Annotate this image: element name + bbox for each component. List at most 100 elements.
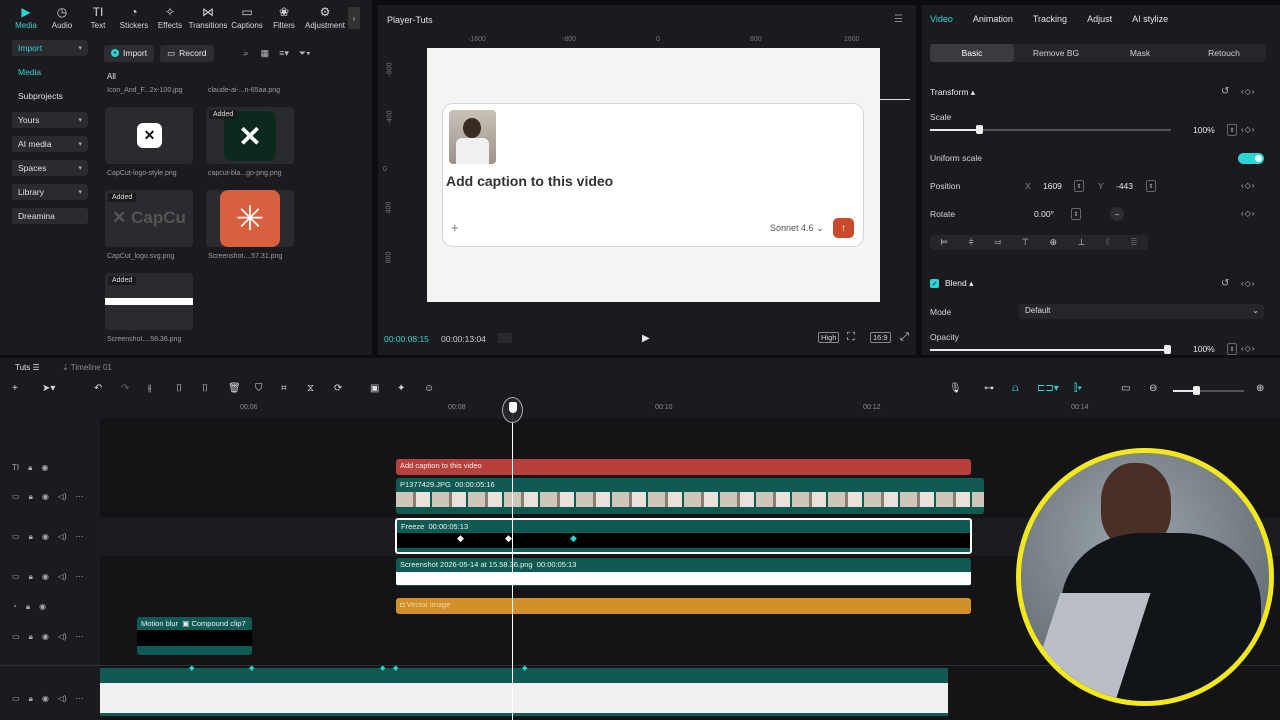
zoom-slider[interactable] <box>1173 386 1244 395</box>
link-icon[interactable]: ⊶ <box>984 383 994 394</box>
distribute-h-icon[interactable]: ⦀ <box>1106 237 1110 248</box>
keyframe-icon[interactable]: ‹◇› <box>1241 344 1255 353</box>
sidebar-item-subprojects[interactable]: Subprojects <box>12 88 88 104</box>
more-tabs-button[interactable]: › <box>348 7 360 29</box>
keyframe-icon[interactable]: ◆ <box>249 664 254 672</box>
plus-icon[interactable]: + <box>451 220 459 235</box>
keyframe-icon[interactable]: ‹◇› <box>1241 209 1255 218</box>
import-button[interactable]: + Import <box>104 44 155 62</box>
audio-tab[interactable]: ◷ Audio <box>44 0 80 36</box>
keyframe-icon[interactable]: ◆ <box>505 533 512 544</box>
timecode-toggle[interactable] <box>498 333 512 343</box>
sidebar-item-ai-media[interactable]: AI media ▾ <box>12 136 88 152</box>
more-icon[interactable]: ⋯ <box>76 572 84 582</box>
ai-person-icon[interactable]: ☺ <box>424 383 434 394</box>
position-x-input[interactable]: 1609 <box>1043 181 1062 191</box>
lock-icon[interactable]: 🔒︎ <box>29 572 33 582</box>
reset-icon[interactable]: ↺ <box>1221 278 1230 289</box>
zoom-out-icon[interactable]: ⊖ <box>1149 383 1157 394</box>
add-icon[interactable]: + <box>12 383 18 394</box>
lock-icon[interactable]: 🔒︎ <box>29 532 33 542</box>
sidebar-item-media[interactable]: Media <box>12 64 88 80</box>
mode-select[interactable]: Default ⌄ <box>1019 304 1264 319</box>
magnet-icon[interactable]: ⩍ <box>1012 383 1019 394</box>
play-button[interactable]: ▶ <box>642 333 650 344</box>
lock-icon[interactable]: 🔒︎ <box>29 492 33 502</box>
vector-clip[interactable]: ◘ Vector image <box>396 598 971 614</box>
snap-icon[interactable]: ⊏⊐▾ <box>1037 383 1059 394</box>
media-thumb-claude[interactable]: ✳ <box>206 190 294 247</box>
adjustment-tab[interactable]: ⚙ Adjustment <box>302 0 348 36</box>
tab-animation[interactable]: Animation <box>973 14 1013 24</box>
eye-icon[interactable]: ◉ <box>42 572 49 582</box>
keyframe-icon[interactable]: ◆ <box>380 664 385 672</box>
send-button[interactable]: ↑ <box>833 218 854 238</box>
keyframe-icon[interactable]: ◆ <box>189 664 194 672</box>
caption-clip[interactable]: Add caption to this video <box>396 459 971 475</box>
freeze-icon[interactable]: ▣ <box>370 383 379 394</box>
align-left-icon[interactable]: ⊨ <box>940 237 948 248</box>
stickers-tab[interactable]: ◔ Stickers <box>116 0 152 36</box>
media-thumb-capcut-style[interactable]: ✕ <box>105 107 193 164</box>
select-tool-icon[interactable]: ➤▾ <box>42 383 55 394</box>
audio-icon[interactable]: ◁) <box>58 572 67 582</box>
subtab-basic[interactable]: Basic <box>930 44 1014 62</box>
magic-icon[interactable]: ✦ <box>397 383 405 394</box>
sidebar-item-dreamina[interactable]: Dreamina <box>12 208 88 224</box>
uniform-scale-toggle[interactable] <box>1238 153 1264 164</box>
reset-icon[interactable]: ↺ <box>1221 86 1230 97</box>
keyframe-icon[interactable]: ◆ <box>570 533 577 544</box>
distribute-v-icon[interactable]: ≣ <box>1130 237 1138 248</box>
record-button[interactable]: ▭ Record <box>160 44 214 62</box>
lock-icon[interactable]: 🔒︎ <box>29 694 33 704</box>
main-track-clip[interactable] <box>100 668 948 716</box>
blend-checkbox[interactable]: ✓ <box>930 279 939 288</box>
split-left-icon[interactable]: ⌷ <box>176 383 182 394</box>
microphone-icon[interactable]: 🎙 <box>949 383 962 394</box>
crop-icon[interactable]: ⌗ <box>281 383 287 394</box>
shield-icon[interactable]: ⛉ <box>255 383 263 394</box>
media-thumb-capcut-svg[interactable]: ✕ CapCu Added <box>105 190 193 247</box>
keyframe-icon[interactable]: ◆ <box>457 533 464 544</box>
undo-icon[interactable]: ↶ <box>94 383 102 394</box>
timeline-tab[interactable]: Tuts ☰ <box>15 363 40 372</box>
delete-icon[interactable]: 🗑 <box>228 383 241 394</box>
audio-icon[interactable]: ◁) <box>58 632 67 642</box>
preview-axis-icon[interactable]: ⫿▾ <box>1074 383 1082 394</box>
filter-icon[interactable]: ⏷▾ <box>299 48 311 59</box>
fit-icon[interactable]: ⛶ <box>847 331 855 344</box>
transform-section-title[interactable]: Transform ▴ <box>930 87 975 98</box>
audio-icon[interactable]: ◁) <box>58 532 67 542</box>
playhead-handle[interactable] <box>502 397 523 423</box>
playhead-line[interactable] <box>512 404 513 720</box>
redo-icon[interactable]: ↷ <box>121 383 129 394</box>
mirror-icon[interactable]: ⧖ <box>307 383 314 394</box>
keyframe-icon[interactable]: ‹◇› <box>1241 279 1255 288</box>
more-icon[interactable]: ⋯ <box>76 492 84 502</box>
fullscreen-icon[interactable]: ⤢ <box>900 331 909 344</box>
compound-clip[interactable]: Motion blur ▣ Compound clip7 <box>137 617 252 655</box>
opacity-slider[interactable] <box>930 345 1171 354</box>
ratio-button[interactable]: 16:9 <box>870 332 891 343</box>
tab-ai-stylize[interactable]: AI stylize <box>1132 14 1168 24</box>
effects-tab[interactable]: ✧ Effects <box>152 0 188 36</box>
position-y-input[interactable]: -443 <box>1116 181 1133 191</box>
eye-icon[interactable]: ◉ <box>42 694 49 704</box>
eye-icon[interactable]: ◉ <box>39 602 46 612</box>
timeline-tab-2[interactable]: ⇣ Timeline 01 <box>62 363 112 372</box>
split-right-icon[interactable]: ⌷ <box>202 383 208 394</box>
grid-view-icon[interactable]: ▦ <box>261 48 270 59</box>
media-tab[interactable]: ▶ Media <box>8 0 44 36</box>
eye-icon[interactable]: ◉ <box>42 492 49 502</box>
keyframe-icon[interactable]: ‹◇› <box>1241 125 1255 134</box>
sidebar-item-import[interactable]: Import ▾ <box>12 40 88 56</box>
align-right-icon[interactable]: ⫤ <box>994 237 1001 248</box>
position-y-stepper[interactable]: ⇕ <box>1146 180 1156 192</box>
screen-icon[interactable]: ▭ <box>1121 383 1130 394</box>
align-center-icon[interactable]: ⫩ <box>968 237 973 248</box>
rotate-icon[interactable]: ⟳ <box>334 383 342 394</box>
menu-icon[interactable]: ☰ <box>894 14 903 25</box>
sort-icon[interactable]: ≡▾ <box>279 48 289 59</box>
rotate-stepper[interactable]: ⇕ <box>1071 208 1081 220</box>
media-thumb-screenshot[interactable]: Added <box>105 273 193 330</box>
